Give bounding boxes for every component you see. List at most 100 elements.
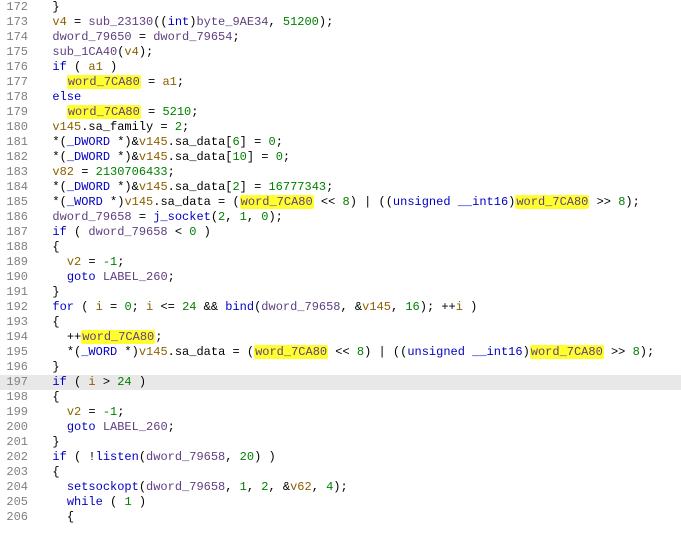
line-number: 175 <box>0 45 34 60</box>
code-line[interactable]: 181 *(_DWORD *)&v145.sa_data[6] = 0; <box>0 135 681 150</box>
token-op: .sa_data = ( <box>168 345 254 359</box>
code-line[interactable]: 183 v82 = 2130706433; <box>0 165 681 180</box>
code-line[interactable]: 185 *(_WORD *)v145.sa_data = (word_7CA80… <box>0 195 681 210</box>
token-op: ] = <box>247 150 276 164</box>
line-number: 188 <box>0 240 34 255</box>
code-line[interactable]: 202 if ( !listen(dword_79658, 20) ) <box>0 450 681 465</box>
token-op: ; <box>117 405 124 419</box>
decompiler-code-view[interactable]: 172 }173 v4 = sub_23130((int)byte_9AE34,… <box>0 0 681 525</box>
token-kw: if <box>52 450 66 464</box>
line-source: for ( i = 0; i <= 24 && bind(dword_79658… <box>34 300 477 315</box>
token-op: ( <box>67 60 89 74</box>
token-op: ) <box>132 375 146 389</box>
token-lvar: v4 <box>52 15 66 29</box>
line-number: 184 <box>0 180 34 195</box>
token-num: 0 <box>268 135 275 149</box>
token-lvar: i <box>96 300 103 314</box>
token-typ: _WORD <box>81 345 117 359</box>
token-op: = <box>141 105 163 119</box>
token-op: = <box>74 165 96 179</box>
highlighted-token: word_7CA80 <box>67 105 141 119</box>
code-line[interactable]: 197 if ( i > 24 ) <box>0 375 681 390</box>
code-line[interactable]: 174 dword_79650 = dword_79654; <box>0 30 681 45</box>
token-gvar: sub_23130 <box>88 15 153 29</box>
token-op: , <box>391 300 405 314</box>
code-line[interactable]: 179 word_7CA80 = 5210; <box>0 105 681 120</box>
token-lvar: v145 <box>139 135 168 149</box>
token-lvar: v145 <box>362 300 391 314</box>
token-gvar: LABEL_260 <box>103 270 168 284</box>
code-line[interactable]: 189 v2 = -1; <box>0 255 681 270</box>
token-typ: _DWORD <box>67 180 110 194</box>
code-line[interactable]: 200 goto LABEL_260; <box>0 420 681 435</box>
token-num: 24 <box>182 300 196 314</box>
token-op: ; <box>232 30 239 44</box>
code-line[interactable]: 190 goto LABEL_260; <box>0 270 681 285</box>
token-op: , <box>268 15 282 29</box>
code-line[interactable]: 206 { <box>0 510 681 525</box>
line-source: v82 = 2130706433; <box>34 165 175 180</box>
token-op: ( ! <box>67 450 96 464</box>
code-line[interactable]: 203 { <box>0 465 681 480</box>
token-op: (( <box>153 15 167 29</box>
code-line[interactable]: 178 else <box>0 90 681 105</box>
line-number: 189 <box>0 255 34 270</box>
token-gvar: LABEL_260 <box>103 420 168 434</box>
token-num: 1 <box>124 495 131 509</box>
line-source: dword_79658 = j_socket(2, 1, 0); <box>34 210 283 225</box>
token-op: ] = <box>240 135 269 149</box>
code-line[interactable]: 175 sub_1CA40(v4); <box>0 45 681 60</box>
token-op: .sa_data = ( <box>153 195 239 209</box>
code-line[interactable]: 194 ++word_7CA80; <box>0 330 681 345</box>
code-line[interactable]: 198 { <box>0 390 681 405</box>
token-op: ; <box>276 135 283 149</box>
token-op: } <box>52 435 59 449</box>
token-op: *) <box>103 195 125 209</box>
code-line[interactable]: 176 if ( a1 ) <box>0 60 681 75</box>
token-op: < <box>168 225 190 239</box>
token-op: ) <box>196 225 210 239</box>
token-typ: _DWORD <box>67 135 110 149</box>
token-op: >> <box>589 195 618 209</box>
code-line[interactable]: 188 { <box>0 240 681 255</box>
line-source: ++word_7CA80; <box>34 330 162 345</box>
token-op: *) <box>117 345 139 359</box>
code-line[interactable]: 173 v4 = sub_23130((int)byte_9AE34, 5120… <box>0 15 681 30</box>
token-op: << <box>328 345 357 359</box>
code-line[interactable]: 195 *(_WORD *)v145.sa_data = (word_7CA80… <box>0 345 681 360</box>
line-number: 195 <box>0 345 34 360</box>
code-line[interactable]: 184 *(_DWORD *)&v145.sa_data[2] = 167773… <box>0 180 681 195</box>
code-line[interactable]: 180 v145.sa_family = 2; <box>0 120 681 135</box>
line-number: 202 <box>0 450 34 465</box>
code-line[interactable]: 172 } <box>0 0 681 15</box>
code-line[interactable]: 201 } <box>0 435 681 450</box>
code-line[interactable]: 193 { <box>0 315 681 330</box>
line-source: } <box>34 285 60 300</box>
line-source: goto LABEL_260; <box>34 420 175 435</box>
token-fn: listen <box>96 450 139 464</box>
token-gvar: dword_79658 <box>146 450 225 464</box>
code-line[interactable]: 205 while ( 1 ) <box>0 495 681 510</box>
line-number: 206 <box>0 510 34 525</box>
token-op: *( <box>52 150 66 164</box>
code-line[interactable]: 199 v2 = -1; <box>0 405 681 420</box>
line-source: { <box>34 315 60 330</box>
line-source: v4 = sub_23130((int)byte_9AE34, 51200); <box>34 15 333 30</box>
code-line[interactable]: 196 } <box>0 360 681 375</box>
token-op: ( <box>67 225 89 239</box>
code-line[interactable]: 187 if ( dword_79658 < 0 ) <box>0 225 681 240</box>
code-line[interactable]: 204 setsockopt(dword_79658, 1, 2, &v62, … <box>0 480 681 495</box>
token-op: ) <box>523 345 530 359</box>
line-source: if ( a1 ) <box>34 60 117 75</box>
code-line[interactable]: 177 word_7CA80 = a1; <box>0 75 681 90</box>
line-source: *(_DWORD *)&v145.sa_data[10] = 0; <box>34 150 290 165</box>
code-line[interactable]: 186 dword_79658 = j_socket(2, 1, 0); <box>0 210 681 225</box>
code-line[interactable]: 192 for ( i = 0; i <= 24 && bind(dword_7… <box>0 300 681 315</box>
line-number: 198 <box>0 390 34 405</box>
token-op: *( <box>67 345 81 359</box>
token-op: { <box>52 315 59 329</box>
token-op: *)& <box>110 135 139 149</box>
code-line[interactable]: 182 *(_DWORD *)&v145.sa_data[10] = 0; <box>0 150 681 165</box>
code-line[interactable]: 191 } <box>0 285 681 300</box>
token-lvar: v145 <box>124 195 153 209</box>
